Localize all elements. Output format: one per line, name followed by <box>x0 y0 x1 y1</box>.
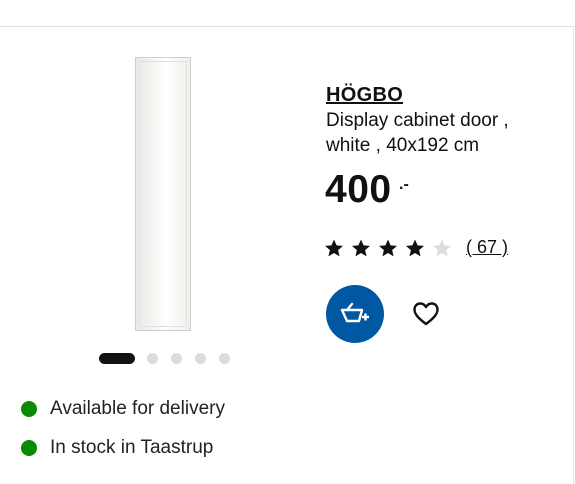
price-suffix: .- <box>399 176 409 193</box>
add-to-cart-button[interactable] <box>326 285 384 343</box>
favourite-button[interactable] <box>411 300 441 328</box>
product-image[interactable] <box>135 57 191 331</box>
availability-text: Available for delivery <box>50 398 225 419</box>
heart-icon <box>413 302 439 326</box>
product-description: Display cabinet door , white , 40x192 cm <box>326 110 509 156</box>
carousel-dot[interactable] <box>147 352 158 364</box>
availability-text[interactable]: In stock in Taastrup <box>50 437 213 459</box>
carousel-dot[interactable] <box>219 352 230 364</box>
availability-delivery: Available for delivery <box>21 398 225 420</box>
add-to-cart-icon <box>340 302 369 323</box>
star-filled-icon <box>352 239 370 257</box>
status-dot-icon <box>21 440 37 456</box>
product-image-frame <box>139 61 187 327</box>
rating-stars[interactable] <box>324 238 459 258</box>
product-price: 400 <box>325 168 392 211</box>
image-carousel-indicator[interactable] <box>99 351 243 365</box>
carousel-dot-active[interactable] <box>99 352 135 364</box>
carousel-dot[interactable] <box>171 352 182 364</box>
review-count-link[interactable]: ( 67 ) <box>466 237 508 258</box>
header-bar <box>0 0 575 27</box>
star-filled-icon <box>379 239 397 257</box>
availability-store[interactable]: In stock in Taastrup <box>21 437 213 459</box>
product-name[interactable]: HÖGBO <box>326 84 403 107</box>
star-empty-icon <box>433 239 451 257</box>
star-filled-icon <box>406 239 424 257</box>
divider <box>573 26 574 484</box>
star-filled-icon <box>325 239 343 257</box>
status-dot-icon <box>21 401 37 417</box>
carousel-dot[interactable] <box>195 352 206 364</box>
